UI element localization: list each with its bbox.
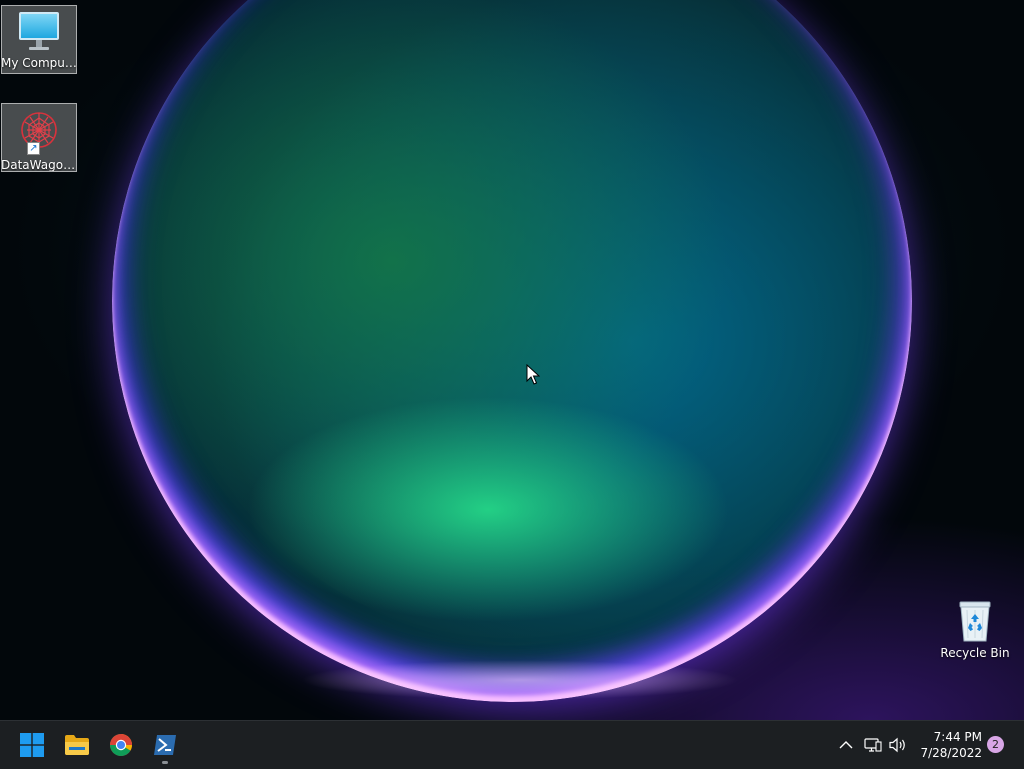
- clock[interactable]: 7:44 PM 7/28/2022: [914, 729, 982, 761]
- recycle-bin-icon: [954, 598, 996, 644]
- desktop-icon-recycle-bin[interactable]: Recycle Bin: [937, 594, 1013, 664]
- file-explorer-button[interactable]: [57, 725, 97, 765]
- monitor-icon: [17, 10, 61, 54]
- chrome-button[interactable]: [101, 725, 141, 765]
- network-icon: [864, 738, 882, 752]
- desktop-icon-label: DataWagon...: [1, 158, 77, 171]
- notification-badge[interactable]: 2: [987, 736, 1004, 753]
- chevron-up-icon: [839, 741, 853, 749]
- desktop-icon-label: My Computer: [1, 56, 77, 70]
- start-button[interactable]: [12, 725, 52, 765]
- chrome-icon: [110, 734, 132, 756]
- desktop-icon-datawagon[interactable]: ↗ DataWagon...: [1, 103, 77, 172]
- clock-time: 7:44 PM: [933, 730, 982, 744]
- clock-date: 7/28/2022: [920, 746, 982, 760]
- powershell-icon: [154, 735, 176, 755]
- folder-icon: [65, 735, 89, 755]
- taskbar: 7:44 PM 7/28/2022 2: [0, 720, 1024, 769]
- mouse-pointer-icon: [526, 364, 540, 385]
- datawagon-logo-icon: ↗: [15, 108, 63, 156]
- desktop-icon-label: Recycle Bin: [940, 646, 1010, 660]
- shortcut-arrow-icon: ↗: [27, 142, 40, 155]
- running-indicator: [162, 761, 168, 764]
- volume-button[interactable]: [886, 721, 910, 769]
- powershell-button[interactable]: [145, 725, 185, 765]
- network-button[interactable]: [862, 721, 884, 769]
- desktop-wallpaper: [0, 0, 1024, 720]
- wallpaper-orb: [112, 0, 912, 702]
- desktop-icon-my-computer[interactable]: My Computer: [1, 5, 77, 74]
- speaker-icon: [889, 737, 905, 753]
- wallpaper-orb-glow: [300, 660, 740, 700]
- show-hidden-icons-button[interactable]: [836, 721, 856, 769]
- windows-logo-icon: [20, 733, 44, 757]
